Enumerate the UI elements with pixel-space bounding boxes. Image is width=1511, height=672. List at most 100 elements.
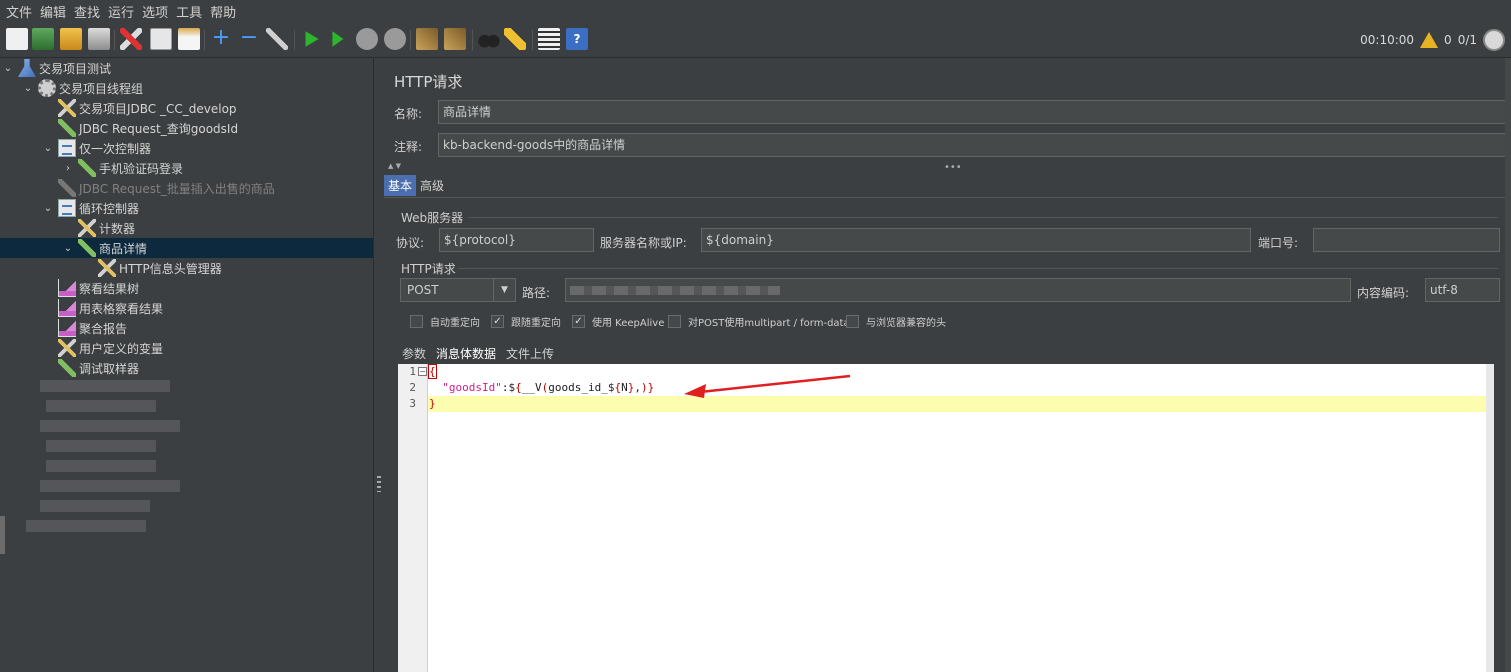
tree-node[interactable]: ⌄ 交易项目测试 (0, 58, 111, 78)
start-icon[interactable] (305, 31, 319, 47)
reset-search-icon[interactable] (504, 28, 526, 50)
tree-node[interactable]: JDBC Request_查询goodsId (0, 118, 238, 138)
tree-node[interactable]: › 手机验证码登录 (0, 158, 183, 178)
controller-icon (58, 139, 76, 157)
http-request-panel: HTTP请求 名称: 商品详情 注释: kb-backend-goods中的商品… (384, 58, 1511, 672)
menu-edit[interactable]: 编辑 (36, 2, 70, 21)
chevron-down-icon[interactable]: ⌄ (42, 202, 54, 214)
tree-node[interactable]: JDBC Request_批量插入出售的商品 (0, 178, 275, 198)
checkbox-box[interactable] (668, 315, 681, 328)
keepalive-checkbox[interactable]: ✓ 使用 KeepAlive (572, 314, 664, 329)
templates-icon[interactable] (32, 28, 54, 50)
tree-node[interactable]: 交易项目JDBC _CC_develop (0, 98, 237, 118)
menu-file[interactable]: 文件 (2, 2, 36, 21)
expand-icon[interactable]: + (210, 27, 232, 50)
config-tabs: 基本 高级 (384, 175, 448, 196)
comment-label: 注释: (394, 140, 423, 154)
comment-field[interactable]: kb-backend-goods中的商品详情 (438, 133, 1511, 157)
panel-scrollbar[interactable] (1505, 58, 1511, 672)
open-icon[interactable] (60, 28, 82, 50)
tree-node[interactable]: 聚合报告 (0, 318, 127, 338)
menu-help[interactable]: 帮助 (206, 2, 240, 21)
tree-node[interactable]: ⌄ 循环控制器 (0, 198, 139, 218)
checkbox-label: 使用 KeepAlive (592, 318, 665, 329)
follow-redirect-checkbox[interactable]: ✓ 跟随重定向 (491, 314, 561, 329)
tab-files-upload[interactable]: 文件上传 (502, 343, 558, 366)
tree-node-label: HTTP信息头管理器 (119, 261, 222, 276)
protocol-field[interactable]: ${protocol} (439, 228, 594, 252)
tree-scroll-thumb[interactable] (0, 516, 5, 554)
search-icon[interactable] (478, 28, 500, 50)
code-line-1: { (428, 364, 1494, 380)
help-icon[interactable]: ? (566, 28, 588, 50)
warning-icon[interactable] (1420, 32, 1439, 48)
chevron-down-icon[interactable]: ⌄ (2, 62, 14, 74)
tree-node[interactable]: 用表格察看结果 (0, 298, 163, 318)
menu-run[interactable]: 运行 (104, 2, 138, 21)
copy-icon[interactable] (150, 28, 172, 50)
tab-basic[interactable]: 基本 (384, 175, 417, 196)
chevron-down-icon[interactable]: ⌄ (42, 142, 54, 154)
toggle-icon[interactable] (266, 28, 288, 50)
tab-parameters[interactable]: 参数 (398, 343, 430, 366)
collapse-arrows[interactable]: ▲ ▼ (388, 162, 401, 170)
chevron-down-icon[interactable]: ⌄ (62, 242, 74, 254)
multipart-checkbox[interactable]: 对POST使用multipart / form-data (668, 314, 850, 329)
method-select[interactable]: POST ▼ (400, 278, 516, 302)
checkbox-box[interactable] (410, 315, 423, 328)
tree-node[interactable]: 调试取样器 (0, 358, 139, 378)
chevron-right-icon[interactable]: › (62, 162, 74, 174)
encoding-field[interactable]: utf-8 (1425, 278, 1500, 302)
body-data-editor[interactable]: 1 − 2 3 { "goodsId":${__V(goods_id_${N},… (398, 364, 1494, 672)
section-divider[interactable]: ••• (944, 162, 962, 173)
port-field[interactable] (1313, 228, 1500, 252)
auto-redirect-checkbox[interactable]: 自动重定向 (410, 314, 480, 329)
split-pane-divider[interactable] (374, 58, 384, 672)
tree-node-label: 循环控制器 (79, 201, 140, 216)
tree-node[interactable]: 计数器 (0, 218, 135, 238)
browser-headers-checkbox[interactable]: 与浏览器兼容的头 (846, 314, 946, 329)
menu-search[interactable]: 查找 (70, 2, 104, 21)
chevron-down-icon[interactable]: ⌄ (22, 82, 34, 94)
tree-node-label: JDBC Request_批量插入出售的商品 (79, 181, 275, 196)
fold-toggle-icon[interactable]: − (418, 367, 427, 376)
paste-icon[interactable] (178, 28, 200, 50)
start-no-pause-icon[interactable] (332, 31, 344, 47)
tree-node-label: 商品详情 (99, 241, 148, 256)
tree-node[interactable]: 察看结果树 (0, 278, 139, 298)
checkbox-box[interactable]: ✓ (572, 315, 585, 328)
checkbox-box[interactable]: ✓ (491, 315, 504, 328)
pipette-icon (58, 359, 76, 377)
checkbox-box[interactable] (846, 315, 859, 328)
tree-node[interactable]: ⌄ 仅一次控制器 (0, 138, 151, 158)
tree-node[interactable]: ⌄ 交易项目线程组 (0, 78, 143, 98)
toolbar: + − ? 00:10:00 0 0/1 (0, 22, 1511, 58)
elapsed-timer: 00:10:00 (1360, 33, 1415, 47)
tree-node[interactable]: HTTP信息头管理器 (0, 258, 222, 278)
cut-icon[interactable] (120, 28, 142, 50)
new-icon[interactable] (6, 28, 28, 50)
save-icon[interactable] (88, 28, 110, 50)
menu-tools[interactable]: 工具 (172, 2, 206, 21)
collapse-icon[interactable]: − (238, 27, 260, 50)
clear-icon[interactable] (416, 28, 438, 50)
editor-scrollbar[interactable] (1486, 364, 1494, 672)
clear-all-icon[interactable] (444, 28, 466, 50)
path-field[interactable] (565, 278, 1351, 302)
tab-advanced[interactable]: 高级 (416, 175, 448, 196)
chevron-down-icon[interactable]: ▼ (493, 279, 515, 301)
shutdown-icon[interactable] (384, 28, 406, 50)
tab-body-data[interactable]: 消息体数据 (432, 343, 501, 366)
server-field[interactable]: ${domain} (701, 228, 1251, 252)
menu-options[interactable]: 选项 (138, 2, 172, 21)
stop-icon[interactable] (356, 28, 378, 50)
tree-node[interactable]: ⌄ 商品详情 (0, 238, 373, 258)
tree-node[interactable]: 用户定义的变量 (0, 338, 163, 358)
tools-icon (78, 219, 96, 237)
remote-status-icon[interactable] (1483, 29, 1505, 51)
name-field[interactable]: 商品详情 (438, 100, 1511, 124)
function-helper-icon[interactable] (538, 28, 560, 50)
